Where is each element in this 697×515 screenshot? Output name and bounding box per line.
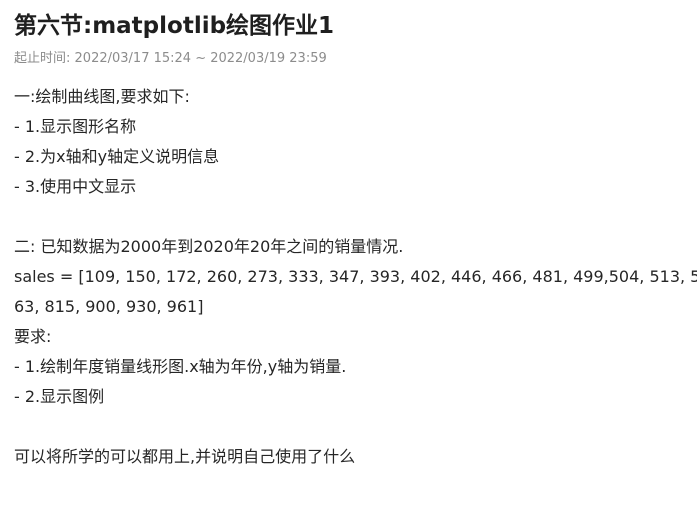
part1-heading: 一:绘制曲线图,要求如下: [14, 87, 190, 106]
time-label: 起止时间: [14, 51, 71, 66]
time-range-info: 起止时间: 2022/03/17 15:24 ~ 2022/03/19 23:5… [14, 50, 697, 68]
sales-data-line: sales = [109, 150, 172, 260, 273, 333, 3… [14, 267, 697, 286]
closing-note: 可以将所学的可以都用上,并说明自己使用了什么 [14, 447, 356, 466]
requirements-label: 要求: [14, 327, 52, 346]
part1-item: - 3.使用中文显示 [14, 177, 137, 196]
part1-item: - 1.显示图形名称 [14, 117, 137, 136]
time-range: 2022/03/17 15:24 ~ 2022/03/19 23:59 [74, 51, 327, 66]
assignment-page: 第六节:matplotlib绘图作业1 起止时间: 2022/03/17 15:… [14, 10, 697, 472]
part1-item: - 2.为x轴和y轴定义说明信息 [14, 147, 220, 166]
assignment-content: 一:绘制曲线图,要求如下: - 1.显示图形名称 - 2.为x轴和y轴定义说明信… [14, 82, 697, 472]
part2-heading: 二: 已知数据为2000年到2020年20年之间的销量情况. [14, 237, 404, 256]
page-title: 第六节:matplotlib绘图作业1 [14, 13, 335, 39]
part2-item: - 2.显示图例 [14, 387, 105, 406]
part2-item: - 1.绘制年度销量线形图.x轴为年份,y轴为销量. [14, 357, 347, 376]
sales-data-line: 63, 815, 900, 930, 961] [14, 297, 204, 316]
